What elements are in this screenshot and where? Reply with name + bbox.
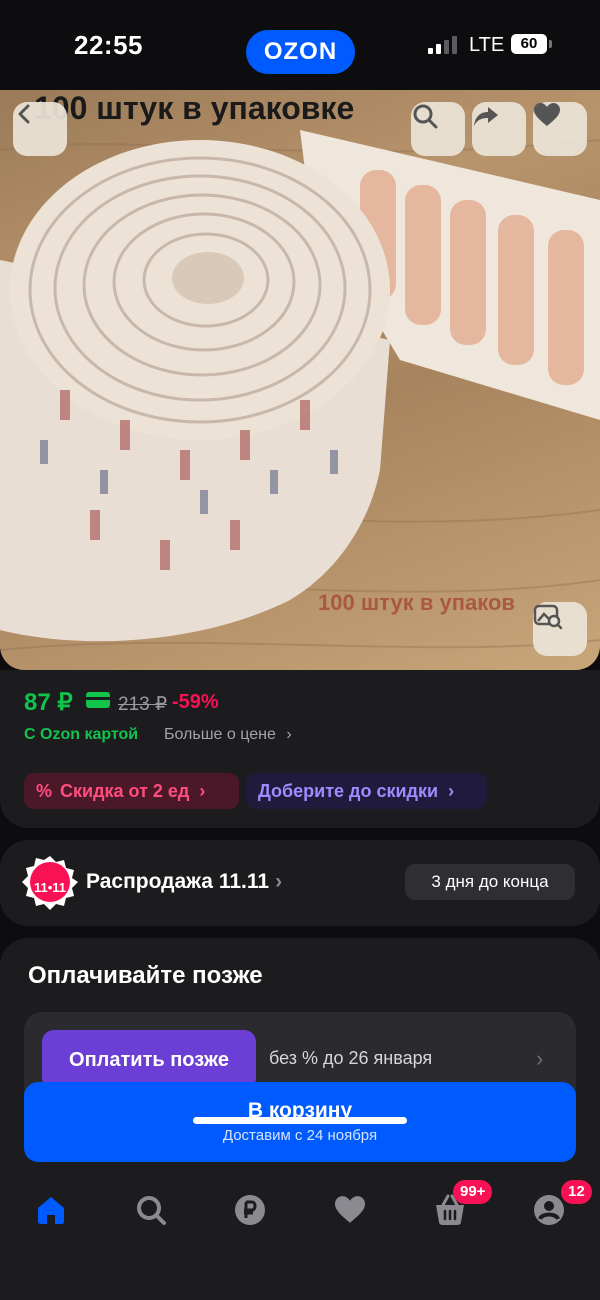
back-button[interactable] [13, 102, 67, 156]
heart-icon [534, 103, 560, 126]
chevron-right-icon: › [448, 781, 455, 801]
discount-chip[interactable]: % Скидка от 2 ед › [24, 773, 239, 809]
share-icon [474, 107, 498, 126]
pay-later-button[interactable]: Оплатить позже [42, 1030, 256, 1090]
battery-icon: 60 [511, 34, 547, 54]
profile-badge: 12 [561, 1180, 592, 1204]
chevron-right-icon: › [536, 1046, 544, 1071]
tab-catalog[interactable] [131, 1190, 171, 1230]
bandage-roll-illustration [0, 130, 600, 651]
sale-countdown: 3 дня до конца [405, 864, 575, 900]
tab-finance[interactable] [230, 1190, 270, 1230]
image-caption-bottom: 100 штук в упаков [318, 590, 515, 615]
tab-bar: 99+ 12 [0, 1162, 600, 1300]
tab-home[interactable] [31, 1190, 71, 1230]
price-old: 213 ₽ [118, 694, 168, 715]
network-label: LTE [469, 34, 505, 56]
ruble-icon [235, 1195, 265, 1225]
pay-later-note: без % до 26 января [269, 1048, 433, 1068]
image-caption-top: 100 штук в упаковке [34, 90, 355, 126]
profile-icon [534, 1195, 564, 1225]
chevron-right-icon: › [286, 726, 292, 743]
more-about-price-label: Больше о цене [164, 726, 276, 743]
cart-badge: 99+ [453, 1180, 493, 1204]
home-icon [38, 1197, 64, 1224]
heart-icon [335, 1196, 365, 1223]
sale-banner[interactable]: 11•11 Распродажа 11.11 › 3 дня до конца [0, 840, 600, 926]
sale-badge-text: 11•11 [33, 880, 67, 895]
more-about-price-link[interactable]: Больше о цене › [164, 726, 292, 744]
chevron-right-icon: › [275, 870, 283, 893]
ozon-logo: OZON [246, 30, 355, 74]
image-search-button[interactable] [533, 602, 587, 656]
back-arrow-icon [18, 104, 30, 124]
percent-icon: % [36, 781, 53, 801]
pay-later-title: Оплачивайте позже [28, 962, 263, 989]
status-bar: 22:55 OZON LTE 60 [0, 0, 600, 90]
delivery-date: Доставим с 24 ноября [222, 1127, 378, 1144]
battery-tip [549, 40, 552, 48]
favorite-button[interactable] [533, 102, 587, 156]
ozon-card-icon [86, 692, 110, 708]
home-indicator[interactable] [193, 1117, 407, 1124]
product-image[interactable]: 100 штук в упаковке 100 штук в упаков [0, 90, 600, 670]
discount-chip-label: Скидка от 2 ед [60, 781, 190, 801]
price-discount: -59% [172, 691, 219, 713]
ozon-card-label: С Ozon картой [24, 726, 139, 743]
add-more-chip-label: Доберите до скидки [258, 781, 439, 801]
share-button[interactable] [472, 102, 526, 156]
sale-title-label: Распродажа 11.11 [86, 870, 270, 893]
price-section: 87 ₽ 213 ₽ -59% С Ozon картой Больше о ц… [0, 670, 600, 828]
search-icon [137, 1196, 166, 1225]
image-search-icon [533, 604, 563, 630]
chevron-right-icon: › [199, 781, 206, 801]
signal-icon [428, 36, 458, 54]
add-more-chip[interactable]: Доберите до скидки › [246, 773, 487, 809]
sale-title: Распродажа 11.11 › [86, 870, 282, 894]
search-icon [413, 104, 438, 129]
tab-favorites[interactable] [330, 1190, 370, 1230]
clock: 22:55 [74, 30, 143, 60]
price-current: 87 ₽ [24, 689, 73, 716]
search-button[interactable] [411, 102, 465, 156]
